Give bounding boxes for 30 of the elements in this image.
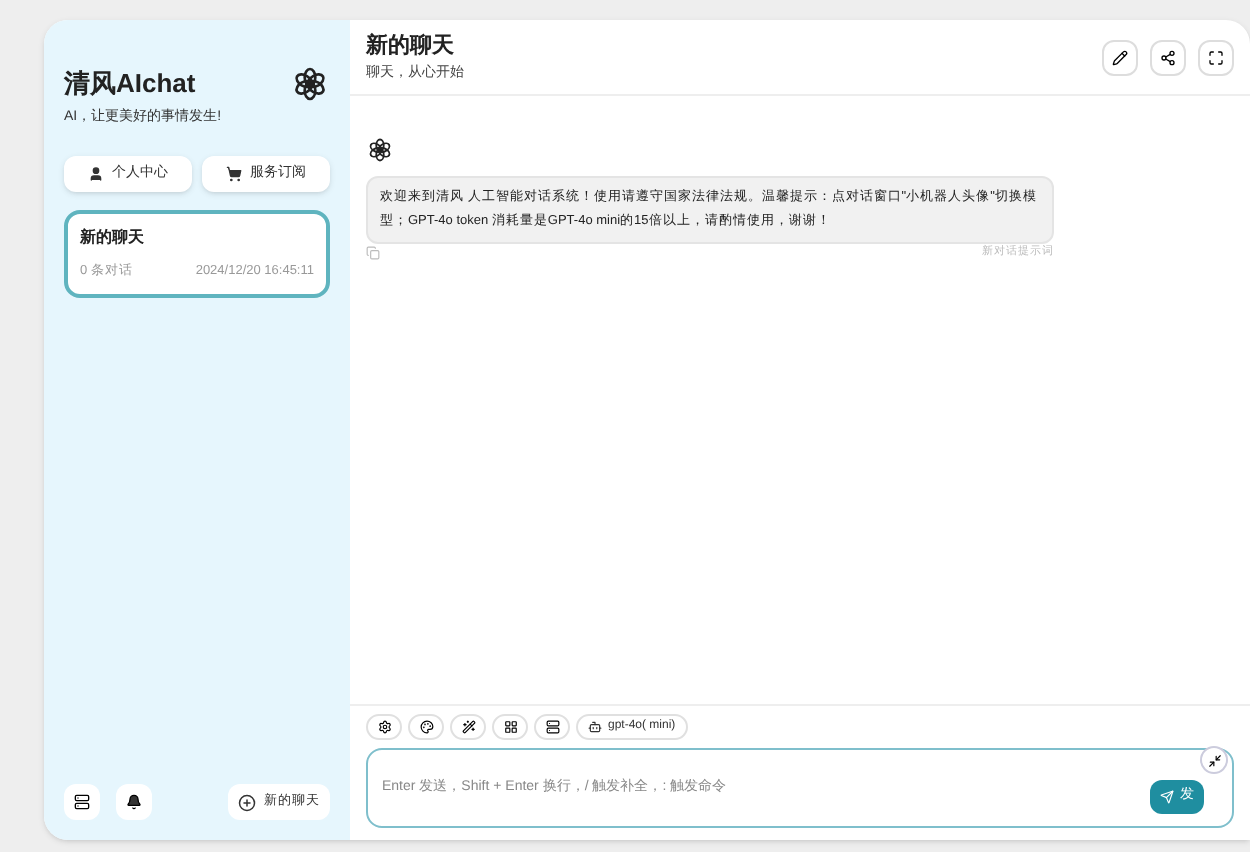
chat-title: 新的聊天 <box>80 226 146 250</box>
palette-icon <box>419 720 433 734</box>
server-icon <box>545 720 559 734</box>
grid-icon <box>503 720 517 734</box>
collapse-icon <box>1207 753 1221 767</box>
server-icon <box>74 794 90 810</box>
plus-icon <box>238 793 256 811</box>
logo-icon <box>366 136 394 164</box>
wand-icon <box>461 720 475 734</box>
cart-icon <box>226 166 242 182</box>
robot-icon <box>588 720 602 734</box>
app-title: 清风AIchat <box>64 66 198 102</box>
wand-button[interactable] <box>450 714 486 740</box>
logo-icon <box>290 64 330 104</box>
chat-header-title: 新的聊天 <box>366 31 456 62</box>
bell-button[interactable] <box>116 784 152 820</box>
bell-icon <box>126 794 142 810</box>
expand-icon <box>1208 49 1224 65</box>
share-icon <box>1160 49 1176 65</box>
gear-icon <box>377 720 391 734</box>
palette-button[interactable] <box>408 714 444 740</box>
pencil-icon <box>1112 49 1128 65</box>
grid-button[interactable] <box>492 714 528 740</box>
user-icon <box>88 166 104 182</box>
share-button[interactable] <box>1150 39 1186 75</box>
send-icon <box>1160 790 1174 804</box>
fullscreen-button[interactable] <box>1198 39 1234 75</box>
collapse-button[interactable] <box>1200 746 1228 774</box>
edit-button[interactable] <box>1102 39 1138 75</box>
list-button[interactable] <box>534 714 570 740</box>
